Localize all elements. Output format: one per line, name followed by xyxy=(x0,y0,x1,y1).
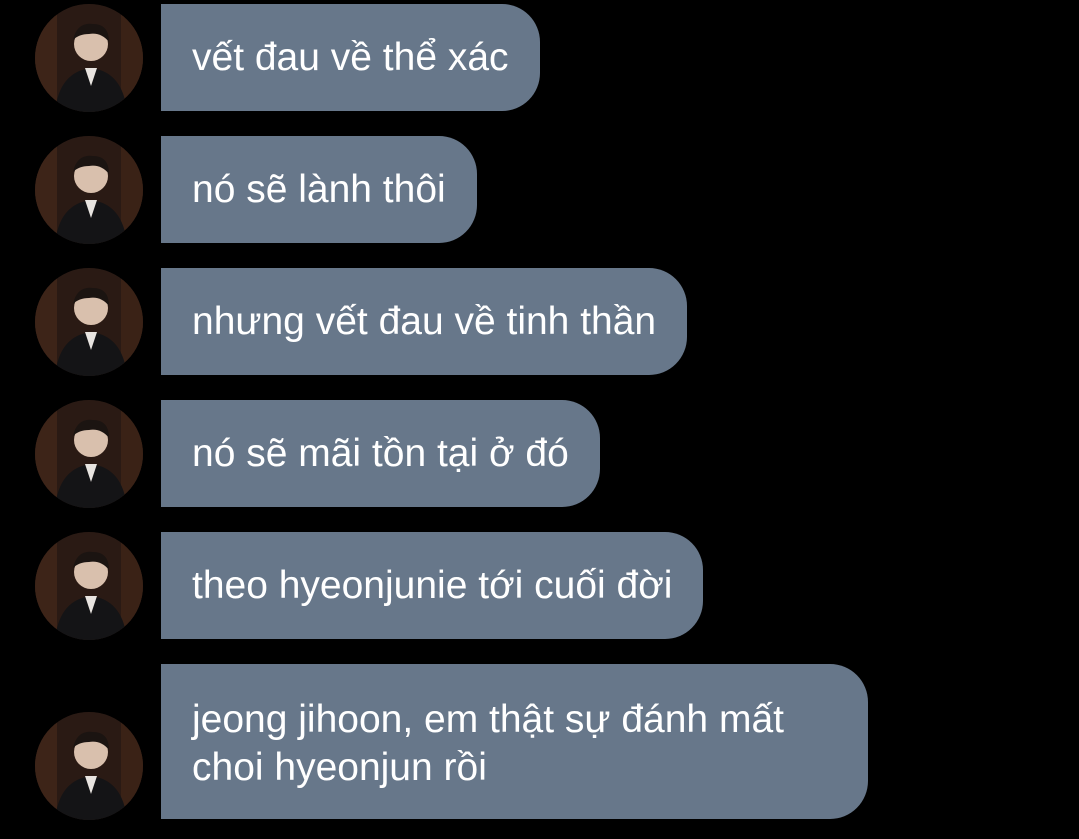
message-text: nó sẽ lành thôi xyxy=(192,167,446,211)
message-text: nó sẽ mãi tồn tại ở đó xyxy=(192,431,569,475)
message-bubble[interactable]: jeong jihoon, em thật sự đánh mất choi h… xyxy=(161,664,868,819)
avatar[interactable] xyxy=(35,532,143,640)
message-text: choi hyeonjun rồi xyxy=(192,746,487,789)
chat-thread: vết đau về thể xác nó sẽ lành thôi nhưng… xyxy=(0,0,1079,839)
avatar[interactable] xyxy=(35,136,143,244)
avatar-photo-icon xyxy=(35,268,143,376)
avatar-photo-icon xyxy=(35,712,143,820)
avatar-photo-icon xyxy=(35,136,143,244)
avatar[interactable] xyxy=(35,268,143,376)
avatar[interactable] xyxy=(35,400,143,508)
message-bubble[interactable]: vết đau về thể xác xyxy=(161,4,540,111)
message-bubble[interactable]: nó sẽ lành thôi xyxy=(161,136,477,243)
message-text: nhưng vết đau về tinh thần xyxy=(192,299,657,343)
message-bubble[interactable]: theo hyeonjunie tới cuối đời xyxy=(161,532,704,639)
message-text: theo hyeonjunie tới cuối đời xyxy=(192,563,673,607)
message-text: vết đau về thể xác xyxy=(192,35,509,79)
avatar-photo-icon xyxy=(35,400,143,508)
avatar-photo-icon xyxy=(35,4,143,112)
message-bubble[interactable]: nhưng vết đau về tinh thần xyxy=(161,268,688,375)
avatar[interactable] xyxy=(35,4,143,112)
message-text: jeong jihoon, em thật sự đánh mất xyxy=(192,698,784,741)
avatar-photo-icon xyxy=(35,532,143,640)
message-bubble[interactable]: nó sẽ mãi tồn tại ở đó xyxy=(161,400,600,507)
avatar[interactable] xyxy=(35,712,143,820)
